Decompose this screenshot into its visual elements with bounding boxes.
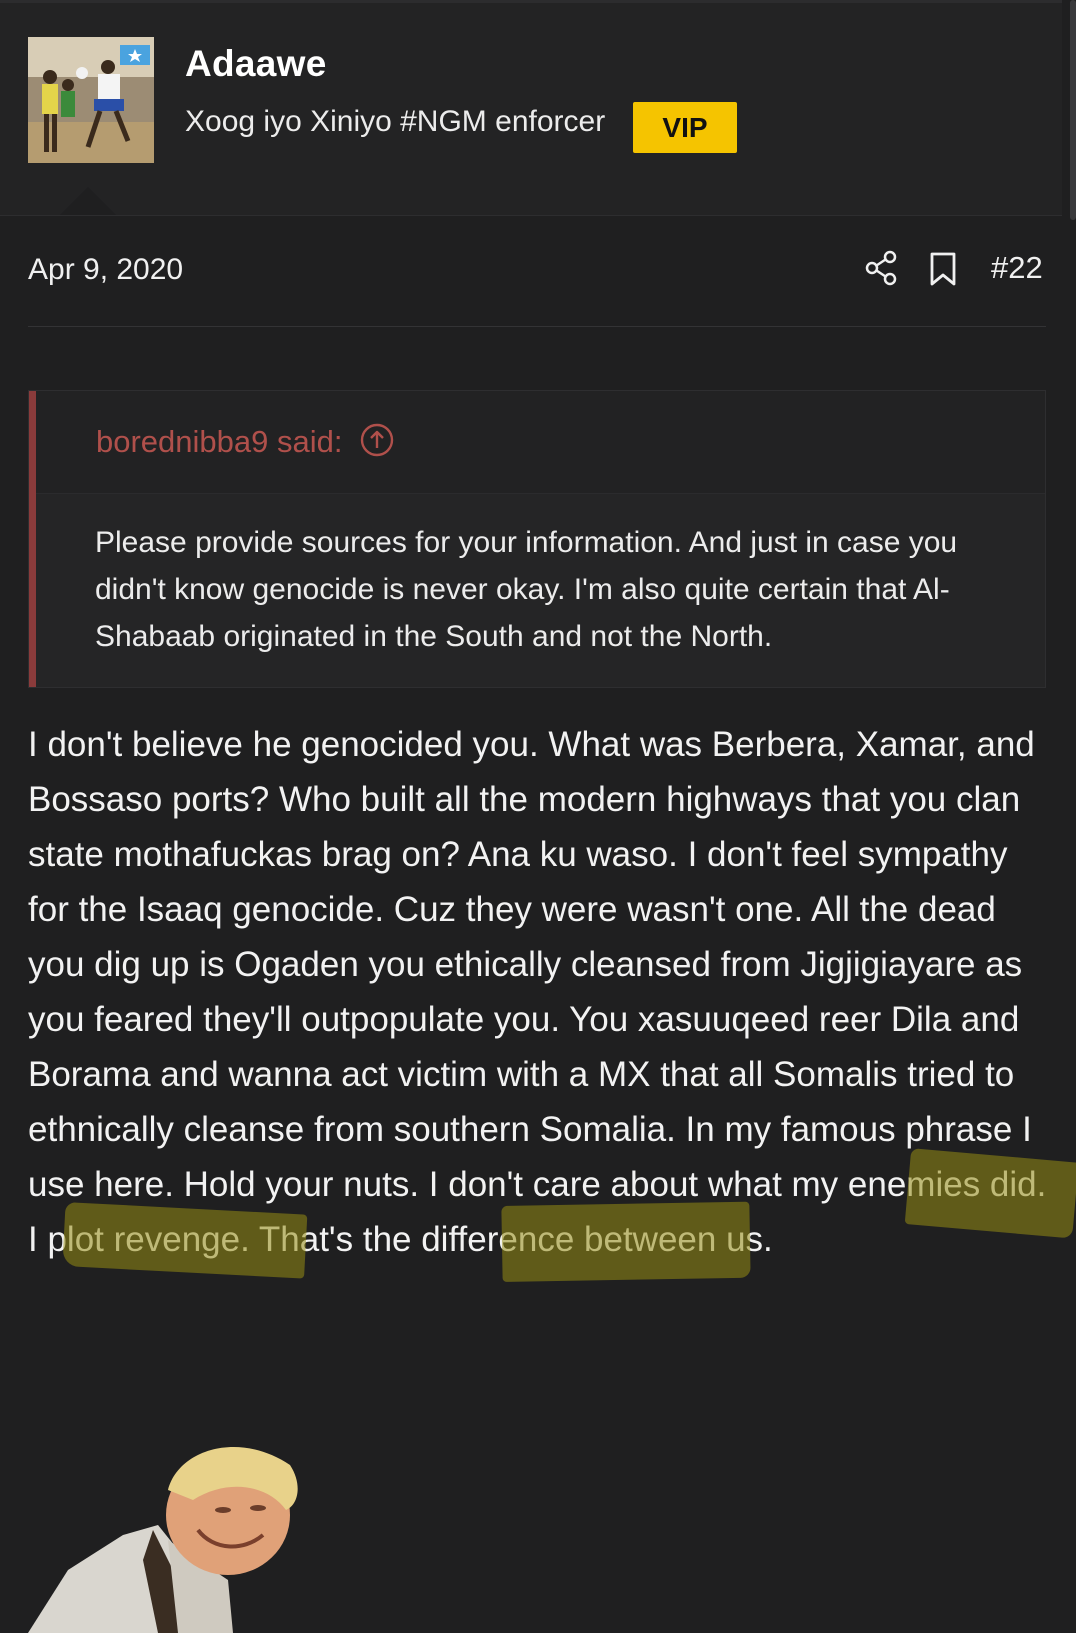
vip-badge: VIP (633, 102, 737, 153)
quote-author[interactable]: borednibba9 said: (96, 424, 342, 460)
arrow-up-circle-icon[interactable] (360, 423, 394, 457)
user-title: Xoog iyo Xiniyo #NGM enforcer (185, 105, 606, 138)
post-number-link[interactable]: #22 (991, 250, 1043, 286)
post-body: I don't believe he genocided you. What w… (28, 725, 1047, 1259)
scrollbar[interactable] (1070, 0, 1076, 220)
sticker-image (28, 1446, 298, 1633)
quote-accent-bar (29, 391, 36, 687)
quote-header: borednibba9 said: (36, 391, 1045, 494)
share-icon[interactable] (864, 250, 898, 286)
highlight-mark (62, 1202, 308, 1279)
user-header: Adaawe Xoog iyo Xiniyo #NGM enforcer VIP (0, 3, 1062, 216)
quote-block: borednibba9 said: Please provide sources… (28, 390, 1046, 688)
avatar[interactable] (28, 37, 154, 163)
highlight-mark (501, 1201, 751, 1282)
quote-text: Please provide sources for your informat… (95, 526, 958, 653)
bookmark-icon[interactable] (928, 251, 958, 287)
highlight-mark (904, 1148, 1076, 1239)
thread-post: Adaawe Xoog iyo Xiniyo #NGM enforcer VIP… (0, 0, 1076, 1633)
username[interactable]: Adaawe (185, 43, 327, 85)
post-date[interactable]: Apr 9, 2020 (28, 253, 183, 287)
meta-divider (28, 326, 1046, 327)
avatar-caret (60, 187, 116, 215)
